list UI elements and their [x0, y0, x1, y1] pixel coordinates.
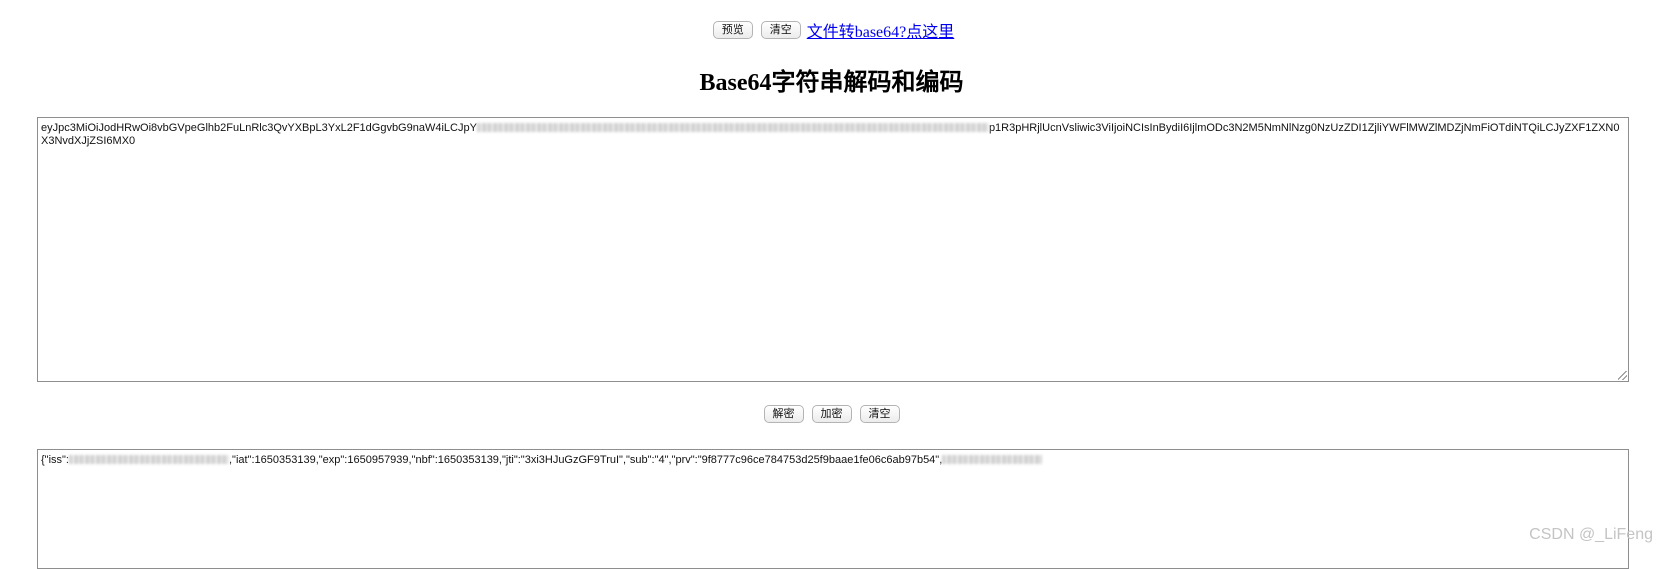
decoded-output-textarea[interactable]: {"iss": ,"iat":1650353139,"exp":165095793…	[37, 449, 1629, 569]
base64-input-textarea[interactable]: eyJpc3MiOiJodHRwOi8vbGVpeGlhb2FuLnRlc3Qv…	[37, 117, 1629, 382]
input-text-start: eyJpc3MiOiJodHRwOi8vbGVpeGlhb2FuLnRlc3Qv…	[41, 122, 477, 134]
file-to-base64-link[interactable]: 文件转base64?点这里	[807, 18, 955, 42]
redacted-segment	[476, 123, 989, 132]
action-toolbar: 解密 加密 清空	[0, 405, 1663, 423]
clear-top-button[interactable]: 清空	[760, 21, 801, 39]
decode-button[interactable]: 解密	[763, 405, 804, 423]
redacted-segment	[942, 455, 1043, 464]
output-text-middle: ,"iat":1650353139,"exp":1650957939,"nbf"…	[228, 454, 943, 466]
encode-button[interactable]: 加密	[811, 405, 852, 423]
watermark: CSDN @_LiFeng	[1529, 526, 1653, 543]
resize-handle[interactable]	[1618, 371, 1627, 380]
preview-button[interactable]: 预览	[712, 21, 753, 39]
redacted-segment	[68, 455, 229, 464]
top-toolbar: 预览 清空 文件转base64?点这里	[0, 18, 1663, 42]
clear-bottom-button[interactable]: 清空	[859, 405, 900, 423]
output-text-start: {"iss":	[41, 454, 69, 466]
page-title: Base64字符串解码和编码	[699, 70, 964, 96]
